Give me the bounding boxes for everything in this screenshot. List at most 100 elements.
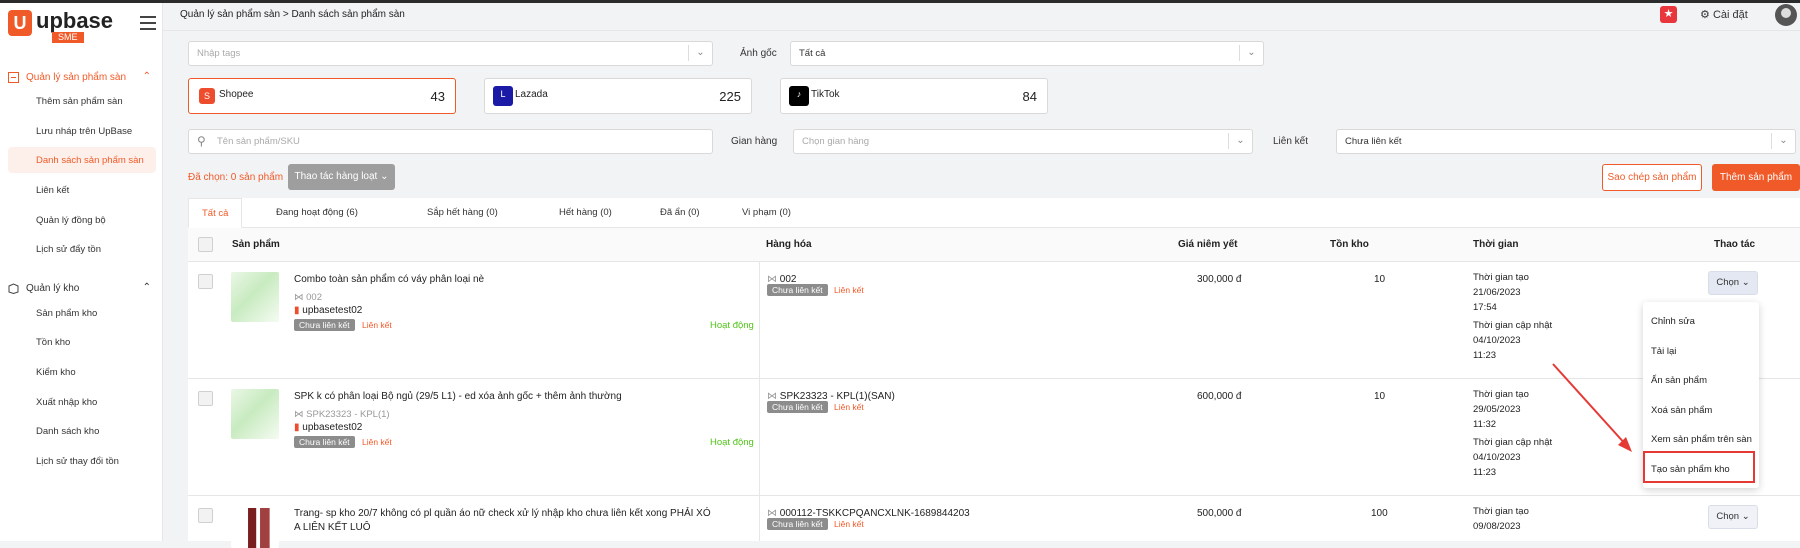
sidebar-group-label: Quản lý kho: [26, 283, 80, 294]
unlinked-tag: Chưa liên kết: [294, 319, 355, 331]
star-icon[interactable]: ★: [1660, 6, 1677, 23]
sku-icon: ⋈: [294, 409, 304, 420]
tab-tat-ca[interactable]: Tất cả: [188, 198, 243, 228]
product-name[interactable]: Combo toàn sản phẩm có váy phân loại nè: [294, 274, 484, 285]
sidebar-item-dong-bo[interactable]: Quản lý đồng bộ: [8, 207, 156, 233]
chevron-up-icon: ⌃: [142, 71, 151, 82]
lien-ket-label: Liên kết: [1273, 136, 1309, 147]
gear-icon: ⚙: [1700, 9, 1710, 21]
goods-link-action[interactable]: Liên kết: [834, 402, 864, 412]
chevron-up-icon: ⌃: [142, 282, 151, 293]
price: 300,000 đ: [1197, 274, 1242, 285]
time-info: Thời gian tạo 21/06/2023 17:54 Thời gian…: [1473, 272, 1553, 361]
product-thumbnail[interactable]: [231, 389, 279, 439]
avatar[interactable]: [1775, 4, 1797, 26]
goods-unlinked-tag: Chưa liên kết: [767, 518, 828, 530]
settings-button[interactable]: ⚙ Cài đặt: [1700, 8, 1748, 21]
table-row: Trang- sp kho 20/7 không có pl quần áo n…: [188, 496, 1800, 548]
row-checkbox[interactable]: [198, 391, 213, 406]
breadcrumb-separator: >: [282, 9, 289, 20]
bulk-action-button[interactable]: Thao tác hàng loạt ⌄: [288, 164, 395, 190]
box-icon: [8, 72, 19, 83]
row-checkbox[interactable]: [198, 274, 213, 289]
sidebar-item-them-sp[interactable]: Thêm sản phẩm sàn: [8, 88, 156, 114]
sidebar-group-kho[interactable]: Quản lý kho ⌃: [0, 275, 163, 303]
th-time: Thời gian: [1473, 239, 1519, 250]
copy-product-button[interactable]: Sao chép sản phẩm: [1602, 164, 1702, 191]
menu-toggle-icon[interactable]: [140, 16, 156, 30]
logo-sme: SME: [52, 32, 84, 43]
goods-link-action[interactable]: Liên kết: [834, 285, 864, 295]
table-row: SPK k có phân loại Bộ ngủ (29/5 L1) - ed…: [188, 379, 1800, 496]
goods-unlinked-tag: Chưa liên kết: [767, 401, 828, 413]
link-action[interactable]: Liên kết: [362, 437, 392, 447]
action-select-button[interactable]: Chọn ⌄: [1708, 271, 1758, 295]
gian-hang-label: Gian hàng: [731, 136, 778, 147]
channel-card-tiktok[interactable]: ♪ TikTok 84: [780, 78, 1048, 114]
sidebar-item-kiem-kho[interactable]: Kiểm kho: [8, 359, 156, 385]
tab-da-an[interactable]: Đã ẩn (0): [660, 198, 700, 228]
selected-count: Đã chọn: 0 sản phẩm: [188, 172, 284, 183]
sidebar-item-san-pham-kho[interactable]: Sản phẩm kho: [8, 300, 156, 326]
lazada-icon: L: [493, 86, 513, 106]
sidebar-item-lich-su-day-ton[interactable]: Lịch sử đẩy tồn: [8, 236, 156, 262]
gian-hang-select[interactable]: Chọn gian hàng ⌄: [793, 129, 1253, 154]
tab-vi-pham[interactable]: Vi phạm (0): [742, 198, 791, 228]
product-name-line2[interactable]: A LIÊN KẾT LUÔ: [294, 522, 371, 533]
menu-item-hide[interactable]: Ẩn sản phẩm: [1651, 375, 1707, 386]
unlinked-tag: Chưa liên kết: [294, 436, 355, 448]
sidebar-item-danh-sach[interactable]: Danh sách sản phẩm sàn: [8, 147, 156, 173]
product-thumbnail[interactable]: [231, 508, 279, 548]
product-name[interactable]: Trang- sp kho 20/7 không có pl quần áo n…: [294, 508, 711, 519]
shopee-icon: ▮: [294, 422, 300, 433]
tags-input[interactable]: Nhập tags ⌄: [188, 41, 713, 66]
tab-het-hang[interactable]: Hết hàng (0): [559, 198, 612, 228]
sidebar-item-luu-nhap[interactable]: Lưu nháp trên UpBase: [8, 118, 156, 144]
sidebar-item-ton-kho[interactable]: Tồn kho: [8, 329, 156, 355]
window-top-strip: [0, 0, 1800, 3]
tab-dang-hoat-dong[interactable]: Đang hoạt động (6): [276, 198, 358, 228]
row-checkbox[interactable]: [198, 508, 213, 523]
product-sku: ⋈ SPK23323 - KPL(1): [294, 409, 390, 420]
anh-goc-select[interactable]: Tất cả ⌄: [790, 41, 1264, 66]
menu-item-reload[interactable]: Tải lại: [1651, 346, 1676, 357]
anh-goc-label: Ảnh gốc: [740, 48, 777, 59]
chevron-down-icon: ⌄: [1771, 133, 1795, 149]
logo-badge-icon: U: [8, 10, 32, 36]
sidebar-item-lien-ket[interactable]: Liên kết: [8, 177, 156, 203]
sku-icon: ⋈: [294, 292, 304, 303]
search-input[interactable]: ⚲ Tên sản phẩm/SKU: [188, 129, 713, 154]
menu-item-delete[interactable]: Xoá sản phẩm: [1651, 405, 1712, 416]
sidebar-item-danh-sach-kho[interactable]: Danh sách kho: [8, 418, 156, 444]
th-price: Giá niêm yết: [1178, 239, 1238, 250]
goods-link-action[interactable]: Liên kết: [834, 519, 864, 529]
channel-card-shopee[interactable]: S Shopee 43: [188, 78, 456, 114]
product-name[interactable]: SPK k có phân loại Bộ ngủ (29/5 L1) - ed…: [294, 391, 622, 402]
product-table: Sản phẩm Hàng hóa Giá niêm yết Tồn kho T…: [188, 228, 1800, 548]
menu-item-edit[interactable]: Chỉnh sửa: [1651, 316, 1695, 327]
chevron-down-icon: ⌄: [380, 171, 389, 182]
menu-item-view-on-channel[interactable]: Xem sản phẩm trên sàn: [1651, 434, 1752, 445]
sidebar: U upbase SME Quản lý sản phẩm sàn ⌃ Thêm…: [0, 3, 163, 541]
price: 500,000 đ: [1197, 508, 1242, 519]
action-select-button[interactable]: Chọn ⌄: [1708, 505, 1758, 529]
chevron-down-icon: ⌄: [1239, 45, 1263, 61]
th-stock: Tồn kho: [1330, 239, 1369, 250]
sidebar-item-lich-su-ton[interactable]: Lịch sử thay đổi tồn: [8, 448, 156, 474]
shop-name: ▮ upbasetest02: [294, 305, 363, 316]
chevron-down-icon: ⌄: [1228, 133, 1252, 149]
channel-card-lazada[interactable]: L Lazada 225: [484, 78, 752, 114]
sidebar-item-xuat-nhap-kho[interactable]: Xuất nhập kho: [8, 389, 156, 415]
tab-sap-het-hang[interactable]: Sắp hết hàng (0): [427, 198, 498, 228]
add-product-button[interactable]: Thêm sản phẩm: [1712, 164, 1800, 191]
product-sku: ⋈ 002: [294, 292, 322, 303]
breadcrumb-parent[interactable]: Quản lý sản phẩm sàn: [180, 9, 280, 20]
link-action[interactable]: Liên kết: [362, 320, 392, 330]
logo-text: upbase: [36, 8, 114, 33]
product-thumbnail[interactable]: [231, 272, 279, 322]
lien-ket-select[interactable]: Chưa liên kết ⌄: [1336, 129, 1796, 154]
select-all-checkbox[interactable]: [198, 237, 213, 252]
stock: 10: [1374, 274, 1386, 285]
th-product: Sản phẩm: [232, 239, 280, 250]
logo[interactable]: U upbase SME: [8, 8, 113, 43]
